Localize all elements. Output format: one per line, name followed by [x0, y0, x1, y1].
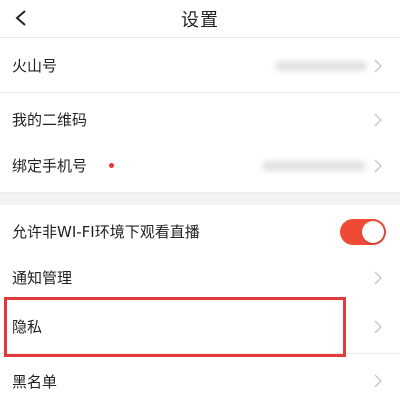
row-label: 我的二维码: [12, 111, 88, 129]
row-label: 绑定手机号: [12, 157, 88, 175]
chevron-right-icon: [374, 374, 382, 388]
row-bind-phone[interactable]: 绑定手机号: [0, 139, 400, 193]
nav-header: 设置: [0, 0, 400, 38]
row-notifications[interactable]: 通知管理: [0, 251, 400, 305]
blurred-value: [275, 60, 367, 71]
row-label: 火山号: [12, 57, 58, 75]
row-blacklist[interactable]: 黑名单: [0, 354, 400, 404]
chevron-right-icon: [374, 319, 382, 334]
chevron-right-icon: [374, 270, 382, 285]
settings-screen: 设置 火山号 我的二维码 绑定手机号 允许非WI-FI环境下观看直播 通知管理: [0, 0, 400, 404]
back-button[interactable]: [6, 2, 36, 34]
row-label: 通知管理: [12, 269, 73, 287]
chevron-left-icon: [15, 10, 26, 26]
page-title: 设置: [181, 9, 219, 31]
notification-dot: [109, 163, 115, 168]
section-divider: [0, 193, 400, 205]
chevron-right-icon: [374, 58, 382, 73]
row-label: 黑名单: [12, 372, 58, 391]
toggle-knob: [362, 220, 384, 243]
row-label: 允许非WI-FI环境下观看直播: [12, 223, 200, 241]
blurred-value: [262, 160, 366, 171]
chevron-right-icon: [374, 112, 382, 127]
wifi-live-toggle[interactable]: [340, 218, 386, 245]
chevron-right-icon: [374, 158, 382, 173]
row-huoshan-id[interactable]: 火山号: [0, 39, 400, 93]
row-label: 隐私: [12, 318, 43, 336]
row-privacy[interactable]: 隐私: [0, 300, 400, 354]
